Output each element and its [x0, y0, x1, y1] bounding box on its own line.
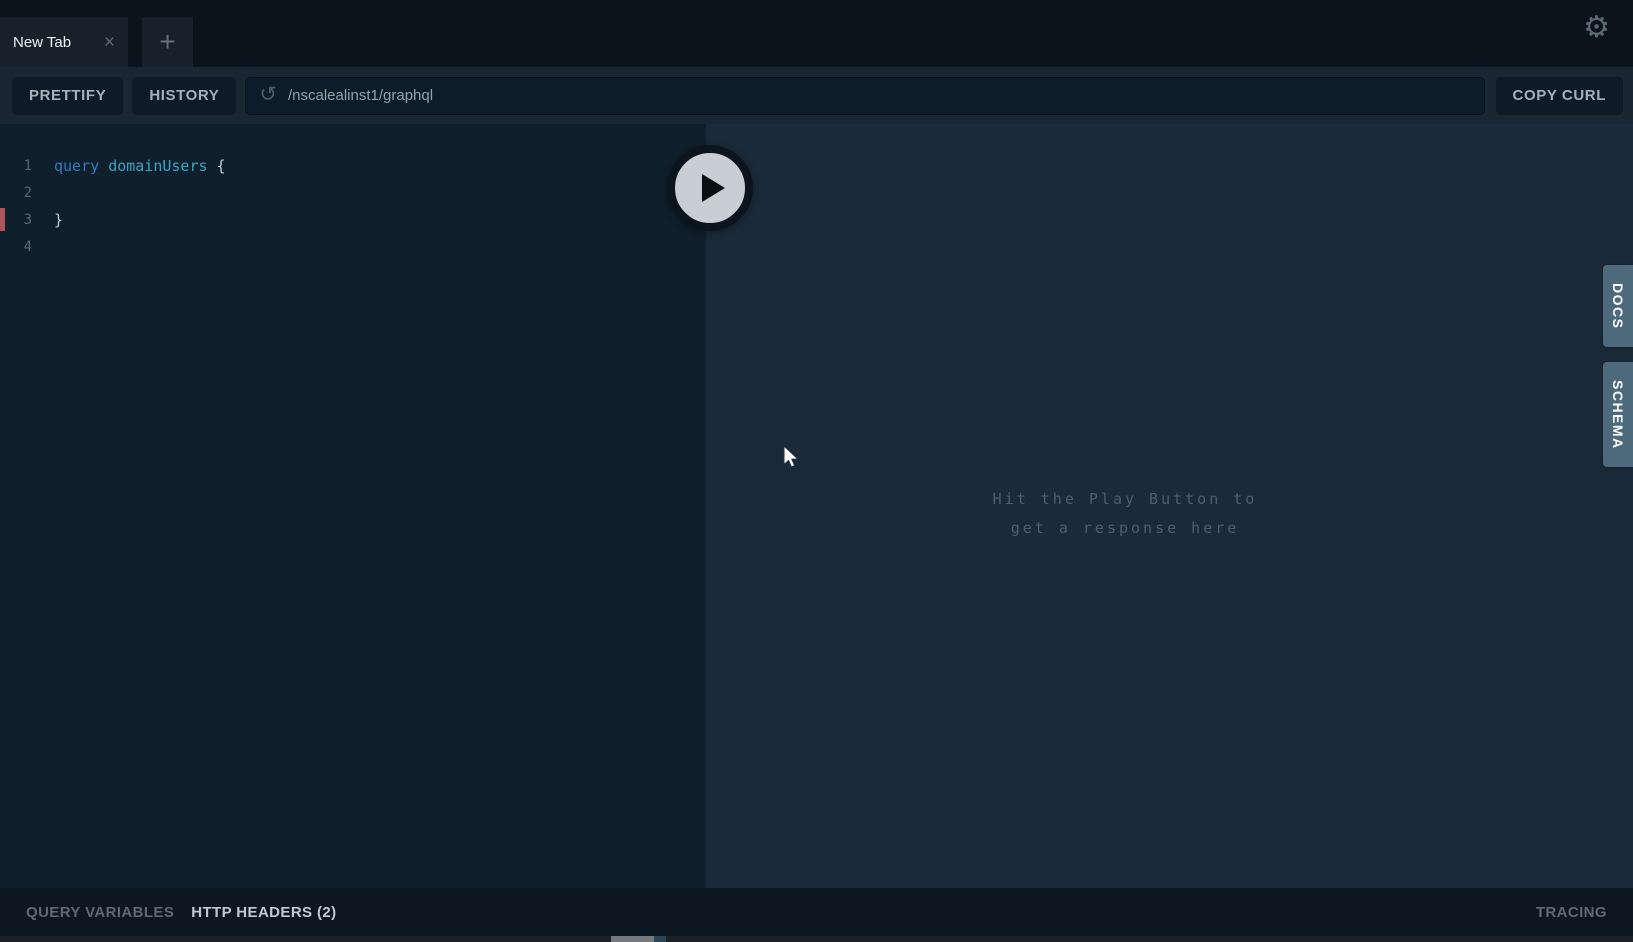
- line-number: 1: [0, 158, 32, 174]
- settings-gear-icon[interactable]: ⚙: [1583, 13, 1610, 43]
- mouse-cursor-icon: [783, 446, 805, 470]
- reload-icon[interactable]: ↺: [259, 84, 277, 105]
- bottom-bar: QUERY VARIABLES HTTP HEADERS (2) TRACING: [0, 888, 1633, 936]
- code-line[interactable]: 2: [0, 179, 706, 206]
- prettify-button[interactable]: PRETTIFY: [12, 77, 123, 115]
- horizontal-scrollbar[interactable]: [0, 936, 1633, 942]
- query-variables-tab[interactable]: QUERY VARIABLES: [26, 904, 174, 921]
- toolbar: PRETTIFY HISTORY ↺ /nscalealinst1/graphq…: [0, 67, 1633, 124]
- code-line[interactable]: 1 query domainUsers {: [0, 152, 706, 179]
- code-text: query domainUsers {: [54, 157, 226, 175]
- endpoint-url-value: /nscalealinst1/graphql: [288, 87, 433, 104]
- execute-play-button[interactable]: [667, 145, 753, 231]
- play-icon: [702, 174, 725, 202]
- plus-icon: +: [159, 28, 175, 56]
- scrollbar-thumb[interactable]: [611, 936, 654, 942]
- placeholder-line: get a response here: [915, 514, 1335, 543]
- history-button[interactable]: HISTORY: [132, 77, 236, 115]
- code-line[interactable]: 4: [0, 233, 706, 260]
- error-line-marker: [0, 208, 5, 231]
- tracing-tab[interactable]: TRACING: [1536, 904, 1607, 921]
- placeholder-line: Hit the Play Button to: [915, 485, 1335, 514]
- code-line[interactable]: 3 }: [0, 206, 706, 233]
- code-text: }: [54, 211, 63, 229]
- docs-tab-label: DOCS: [1610, 283, 1626, 329]
- response-pane: Hit the Play Button to get a response he…: [706, 124, 1633, 888]
- tab-new-tab[interactable]: New Tab ×: [0, 17, 128, 67]
- query-editor[interactable]: 1 query domainUsers { 2 3 } 4: [0, 124, 706, 888]
- scrollbar-corner: [654, 936, 666, 942]
- schema-tab[interactable]: SCHEMA: [1603, 362, 1633, 467]
- tab-bar: New Tab × + ⚙: [0, 0, 1633, 67]
- tab-label: New Tab: [13, 34, 71, 51]
- http-headers-tab[interactable]: HTTP HEADERS (2): [191, 904, 336, 921]
- new-tab-button[interactable]: +: [142, 17, 193, 67]
- line-number: 4: [0, 239, 32, 255]
- endpoint-url-bar[interactable]: ↺ /nscalealinst1/graphql: [245, 77, 1484, 115]
- docs-tab[interactable]: DOCS: [1603, 265, 1633, 347]
- close-icon[interactable]: ×: [104, 33, 115, 52]
- copy-curl-button[interactable]: COPY CURL: [1496, 77, 1623, 115]
- response-placeholder: Hit the Play Button to get a response he…: [915, 485, 1335, 543]
- graphql-playground-window: New Tab × + ⚙ PRETTIFY HISTORY ↺ /nscale…: [0, 0, 1633, 942]
- main-area: 1 query domainUsers { 2 3 } 4 Hit the Pl…: [0, 124, 1633, 888]
- line-number: 2: [0, 185, 32, 201]
- schema-tab-label: SCHEMA: [1610, 380, 1626, 450]
